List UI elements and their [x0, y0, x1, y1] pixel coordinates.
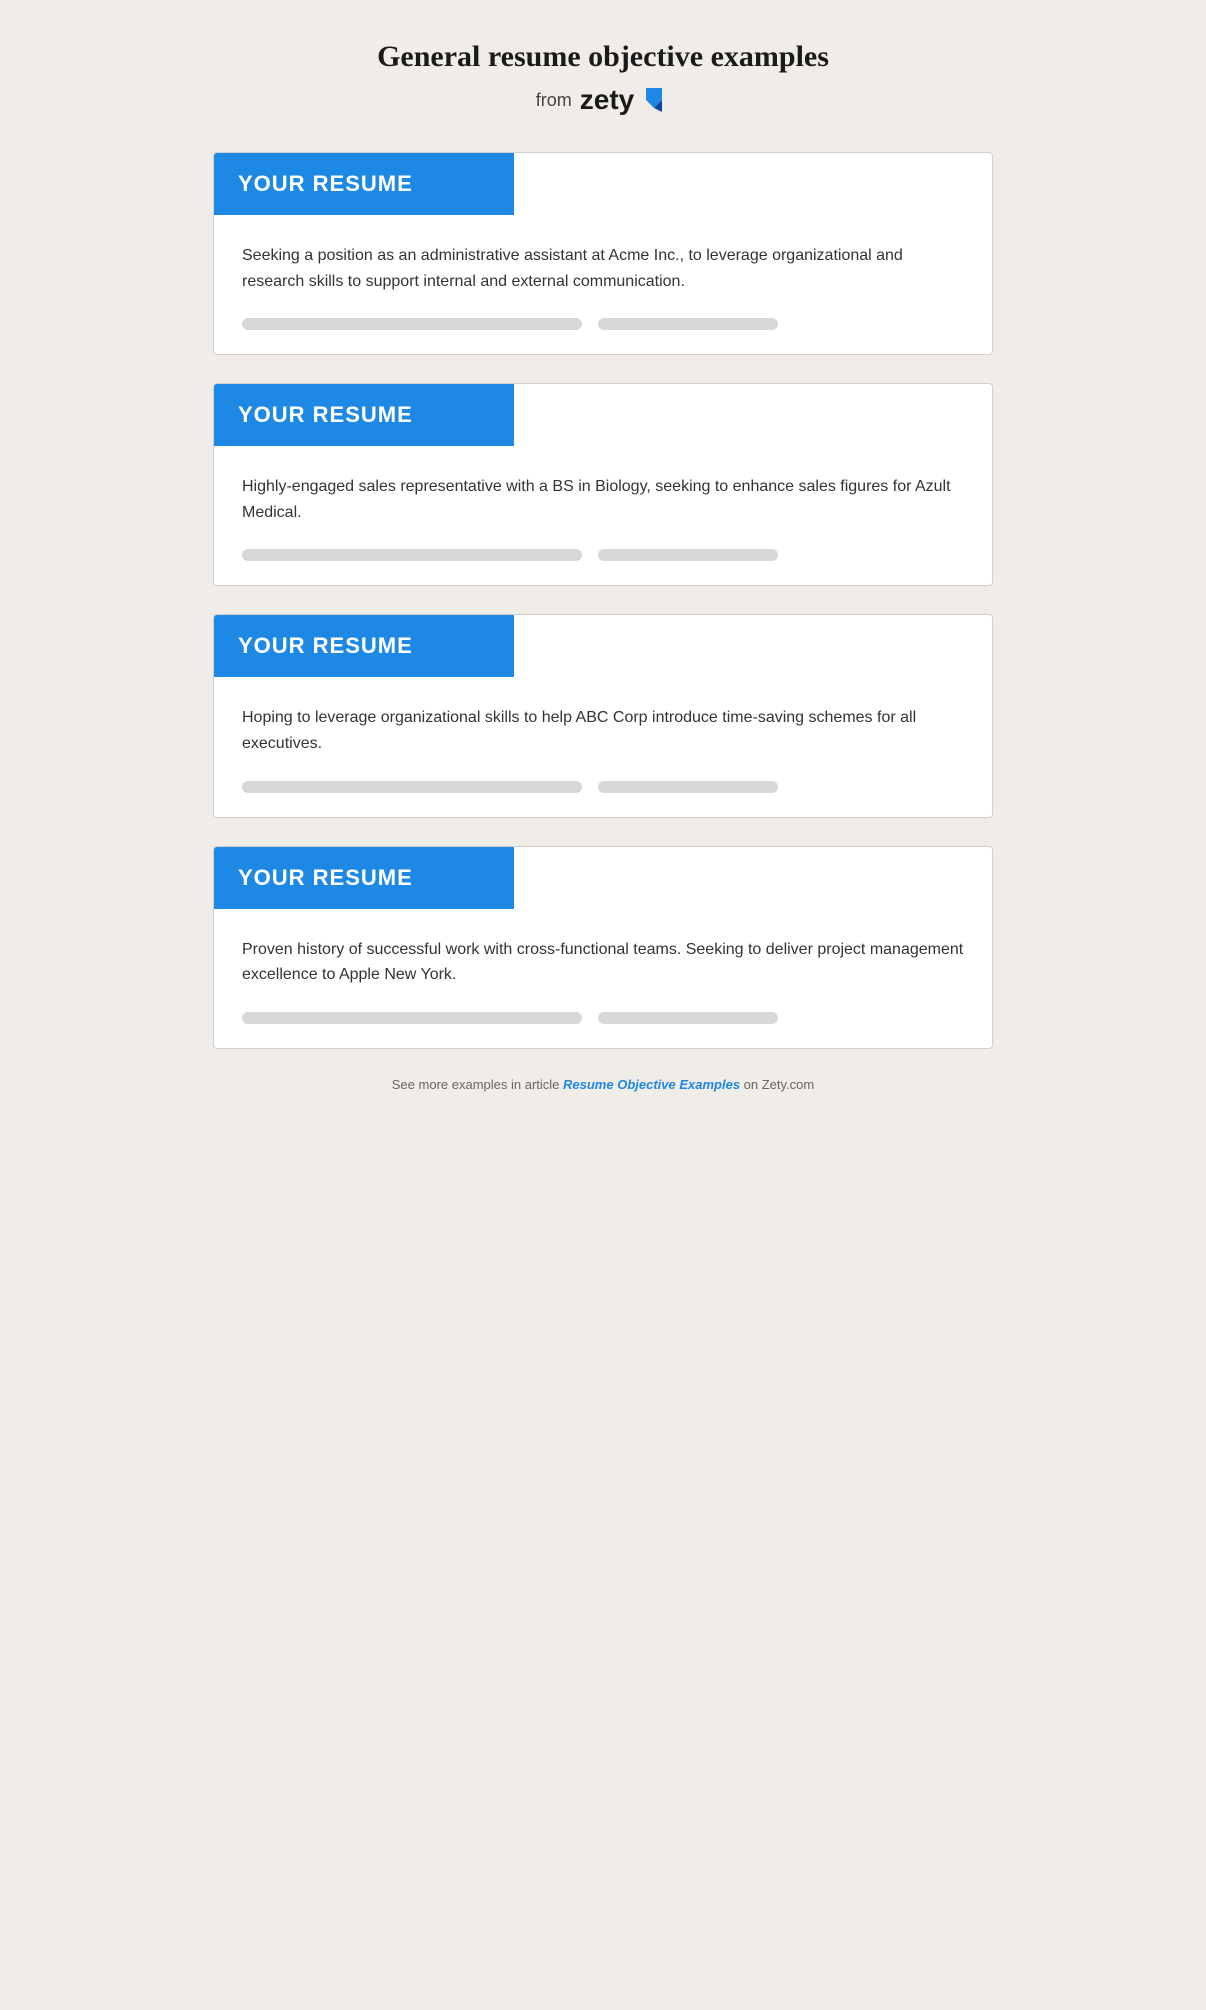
resume-card-body-2: Highly-engaged sales representative with…: [214, 446, 992, 585]
resume-card-header-text-1: YOUR RESUME: [238, 171, 413, 196]
brand-row: from zety: [213, 84, 993, 116]
resume-line-long-4: [242, 1012, 582, 1024]
brand-name: zety: [580, 84, 634, 116]
resume-line-short-1: [598, 318, 778, 330]
resume-objective-1: Seeking a position as an administrative …: [242, 243, 964, 294]
footer-note: See more examples in article Resume Obje…: [213, 1077, 993, 1112]
page-container: General resume objective examples from z…: [213, 40, 993, 1112]
resume-line-long-1: [242, 318, 582, 330]
resume-card-body-4: Proven history of successful work with c…: [214, 909, 992, 1048]
resume-objective-4: Proven history of successful work with c…: [242, 937, 964, 988]
resume-lines-3: [242, 781, 964, 793]
resume-line-short-2: [598, 549, 778, 561]
resume-card-header-text-2: YOUR RESUME: [238, 402, 413, 427]
brand-logo: zety: [580, 84, 670, 116]
resume-line-short-4: [598, 1012, 778, 1024]
resume-card-body-3: Hoping to leverage organizational skills…: [214, 677, 992, 816]
resume-line-short-3: [598, 781, 778, 793]
resume-lines-4: [242, 1012, 964, 1024]
resume-card-1: YOUR RESUME Seeking a position as an adm…: [213, 152, 993, 355]
resume-card-4: YOUR RESUME Proven history of successful…: [213, 846, 993, 1049]
resume-card-header-4: YOUR RESUME: [214, 847, 514, 909]
resume-objective-2: Highly-engaged sales representative with…: [242, 474, 964, 525]
resume-card-2: YOUR RESUME Highly-engaged sales represe…: [213, 383, 993, 586]
zety-logo-icon: [638, 84, 670, 116]
page-title: General resume objective examples: [213, 40, 993, 74]
resume-card-body-1: Seeking a position as an administrative …: [214, 215, 992, 354]
resume-objective-3: Hoping to leverage organizational skills…: [242, 705, 964, 756]
resume-card-3: YOUR RESUME Hoping to leverage organizat…: [213, 614, 993, 817]
resume-line-long-2: [242, 549, 582, 561]
resume-lines-2: [242, 549, 964, 561]
resume-line-long-3: [242, 781, 582, 793]
cards-container: YOUR RESUME Seeking a position as an adm…: [213, 152, 993, 1049]
resume-card-header-1: YOUR RESUME: [214, 153, 514, 215]
footer-text-before: See more examples in article: [392, 1077, 563, 1092]
brand-from-label: from: [536, 90, 572, 111]
footer-text-after: on Zety.com: [740, 1077, 814, 1092]
footer-link[interactable]: Resume Objective Examples: [563, 1077, 740, 1092]
resume-card-header-text-4: YOUR RESUME: [238, 865, 413, 890]
resume-card-header-2: YOUR RESUME: [214, 384, 514, 446]
resume-lines-1: [242, 318, 964, 330]
resume-card-header-3: YOUR RESUME: [214, 615, 514, 677]
resume-card-header-text-3: YOUR RESUME: [238, 633, 413, 658]
